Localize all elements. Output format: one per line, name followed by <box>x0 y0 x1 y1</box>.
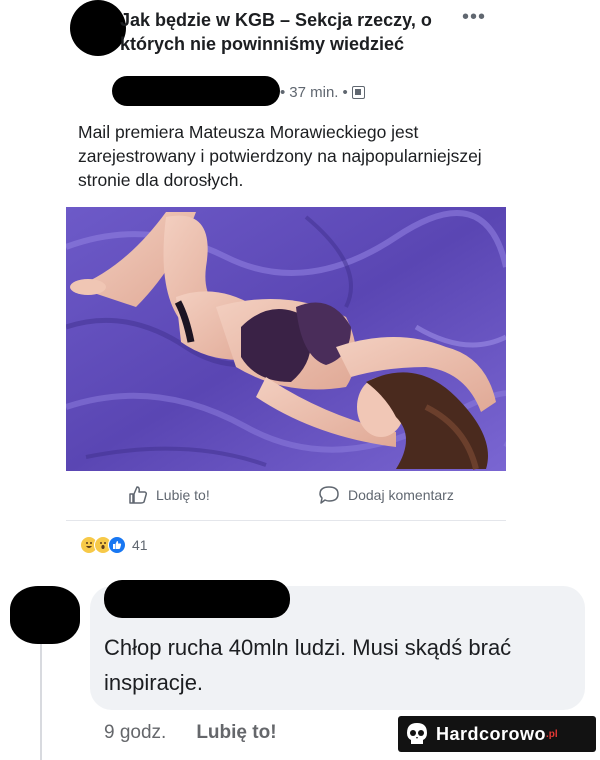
like-label: Lubię to! <box>156 487 210 503</box>
redacted-commenter-name <box>104 580 290 618</box>
photo-illustration <box>66 207 506 471</box>
post-time[interactable]: 37 min. <box>289 84 338 101</box>
meta-dot: • <box>280 84 286 101</box>
post-meta: • 37 min. • <box>280 84 365 101</box>
meta-dot: • <box>342 84 348 101</box>
redacted-commenter-avatar <box>10 586 80 644</box>
redacted-group-avatar <box>70 0 126 56</box>
comment-icon <box>319 486 339 504</box>
thread-line <box>40 640 42 760</box>
like-reaction-icon <box>108 536 126 554</box>
comment-meta: 9 godz. Lubię to! <box>104 722 277 744</box>
post-photo[interactable] <box>66 207 506 471</box>
comment-time[interactable]: 9 godz. <box>104 722 166 744</box>
redacted-author-name <box>112 76 280 106</box>
more-options-icon[interactable]: ••• <box>462 6 486 29</box>
group-privacy-icon <box>351 86 365 99</box>
comment-text: Chłop rucha 40mln ludzi. Musi skądś brać… <box>104 635 512 695</box>
group-title[interactable]: Jak będzie w KGB – Sekcja rzeczy, o któr… <box>120 8 460 56</box>
watermark-logo: Hardcorowo .pl <box>398 716 596 752</box>
divider <box>66 520 506 521</box>
comment-label: Dodaj komentarz <box>348 487 454 503</box>
like-button[interactable]: Lubię to! <box>128 485 210 505</box>
watermark-suffix: .pl <box>546 728 558 740</box>
skull-icon <box>407 723 427 744</box>
comment-button[interactable]: Dodaj komentarz <box>318 485 454 505</box>
reaction-count: 41 <box>132 537 148 553</box>
comment-like-button[interactable]: Lubię to! <box>196 722 276 744</box>
thumbs-up-icon <box>129 486 148 504</box>
post-text: Mail premiera Mateusza Morawieckiego jes… <box>78 122 482 190</box>
reactions-summary[interactable]: 41 <box>80 536 148 554</box>
watermark-brand: Hardcorowo <box>436 723 547 744</box>
